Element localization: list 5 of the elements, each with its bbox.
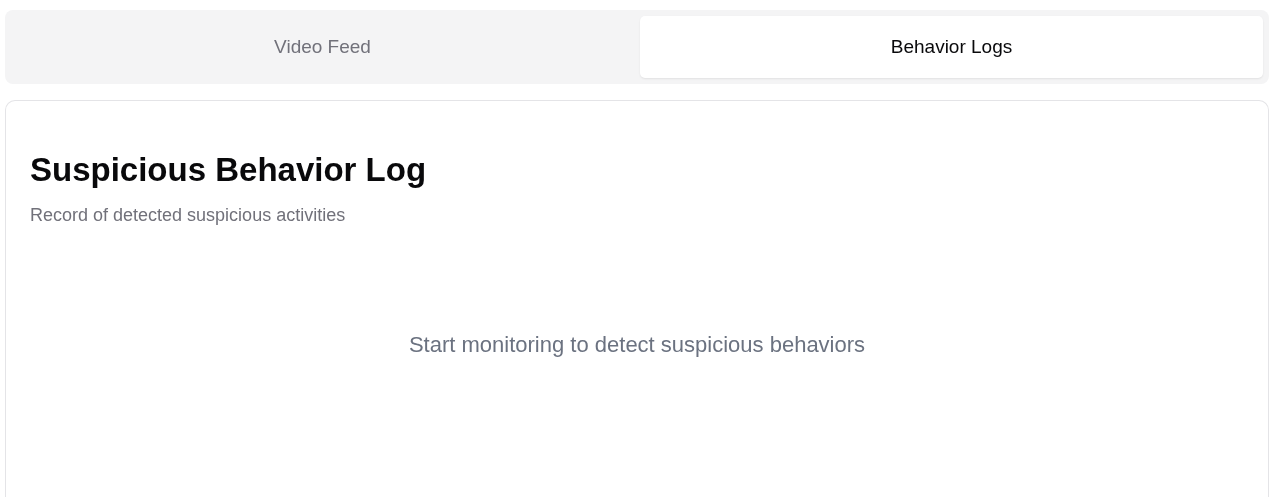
empty-message: Start monitoring to detect suspicious behaviors: [408, 332, 866, 358]
card-subtitle: Record of detected suspicious activities: [30, 205, 346, 226]
tab[interactable]: Video Feed: [11, 16, 634, 78]
tab[interactable]: Behavior Logs: [640, 16, 1263, 78]
card-title: Suspicious Behavior Log: [30, 151, 427, 189]
